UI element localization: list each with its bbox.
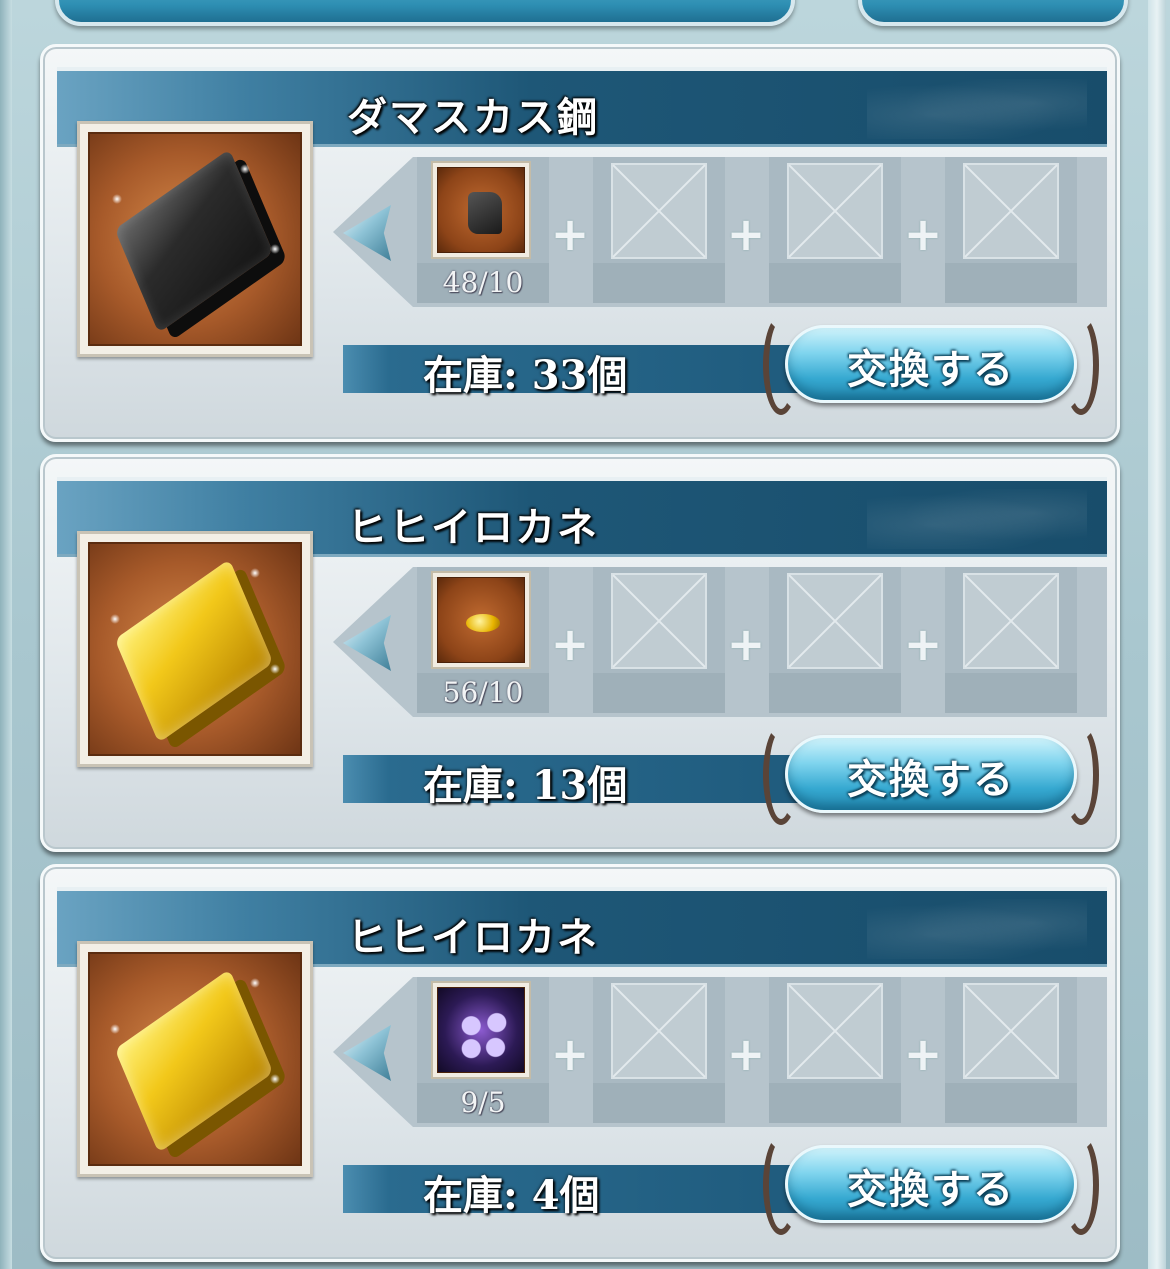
stock-count: 在庫: 33個	[423, 352, 628, 399]
gold-ingot-icon[interactable]	[77, 941, 313, 1177]
header-ornament	[867, 899, 1087, 959]
item-name: ヒヒイロカネ	[347, 915, 599, 961]
empty-slot	[945, 157, 1077, 303]
exchange-button[interactable]: 交換する	[763, 315, 1099, 415]
empty-slot	[593, 977, 725, 1123]
plus-icon: +	[550, 617, 590, 671]
stock-count: 在庫: 4個	[423, 1172, 600, 1219]
gold-ingot-icon[interactable]	[77, 531, 313, 767]
empty-slot	[769, 567, 901, 713]
empty-slot	[593, 157, 725, 303]
empty-slot	[769, 157, 901, 303]
left-rail	[0, 0, 12, 1269]
empty-slot-icon	[787, 163, 883, 259]
material-slot[interactable]: 48/10	[417, 157, 549, 303]
plus-icon: +	[550, 1027, 590, 1081]
plus-icon: +	[726, 1027, 766, 1081]
header-ornament	[867, 79, 1087, 139]
empty-slot	[593, 567, 725, 713]
purple-orbs-material-icon	[452, 1004, 516, 1066]
empty-slot-icon	[787, 573, 883, 669]
item-name: ダマスカス鋼	[347, 95, 599, 141]
top-tab-button-left[interactable]	[55, 0, 795, 26]
gold-nugget-material-icon	[466, 614, 500, 632]
material-count: 56/10	[442, 676, 524, 709]
top-tab-button-right[interactable]	[858, 0, 1128, 26]
exchange-button-label: 交換する	[847, 1167, 1015, 1213]
plus-icon: +	[903, 617, 943, 671]
empty-slot	[945, 977, 1077, 1123]
exchange-button[interactable]: 交換する	[763, 725, 1099, 825]
rock-material-icon	[468, 192, 502, 234]
plus-icon: +	[903, 1027, 943, 1081]
empty-slot	[945, 567, 1077, 713]
material-count: 48/10	[442, 266, 524, 299]
plus-icon: +	[550, 207, 590, 261]
item-name: ヒヒイロカネ	[347, 505, 599, 551]
exchange-button[interactable]: 交換する	[763, 1135, 1099, 1235]
plus-icon: +	[903, 207, 943, 261]
empty-slot-icon	[611, 983, 707, 1079]
exchange-card: ヒヒイロカネ 9/5 + + + 在庫: 4個 交換する	[40, 864, 1120, 1262]
empty-slot-icon	[787, 983, 883, 1079]
exchange-card: ヒヒイロカネ 56/10 + + + 在庫: 13個 交換する	[40, 454, 1120, 852]
iron-ingot-icon[interactable]	[77, 121, 313, 357]
empty-slot-icon	[611, 163, 707, 259]
plus-icon: +	[726, 207, 766, 261]
empty-slot-icon	[611, 573, 707, 669]
empty-slot-icon	[963, 163, 1059, 259]
material-slot[interactable]: 56/10	[417, 567, 549, 713]
stock-count: 在庫: 13個	[423, 762, 628, 809]
material-slot[interactable]: 9/5	[417, 977, 549, 1123]
exchange-button-label: 交換する	[847, 347, 1015, 393]
scrollbar[interactable]	[1148, 0, 1166, 1269]
exchange-button-label: 交換する	[847, 757, 1015, 803]
exchange-card: ダマスカス鋼 48/10 + + + 在庫: 33個 交換する	[40, 44, 1120, 442]
empty-slot	[769, 977, 901, 1123]
plus-icon: +	[726, 617, 766, 671]
header-ornament	[867, 489, 1087, 549]
material-count: 9/5	[460, 1086, 506, 1119]
empty-slot-icon	[963, 983, 1059, 1079]
empty-slot-icon	[963, 573, 1059, 669]
